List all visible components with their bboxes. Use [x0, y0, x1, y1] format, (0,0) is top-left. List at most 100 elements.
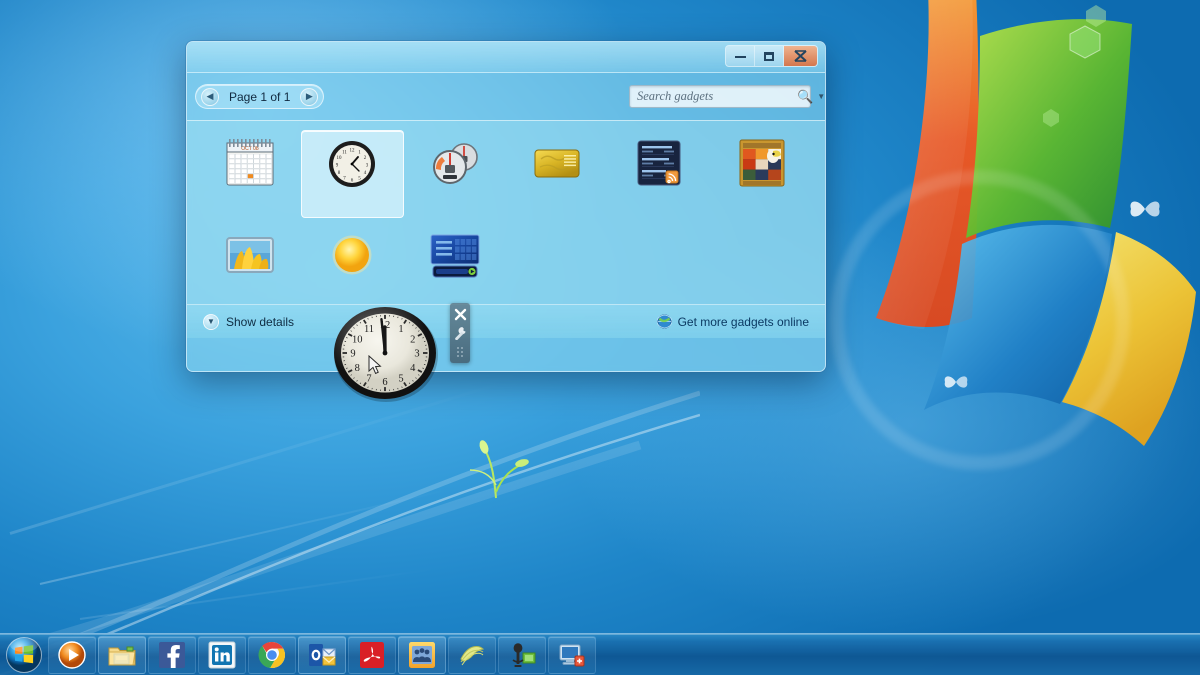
adobe-reader-icon	[357, 640, 387, 670]
taskbar-item-remote-desktop[interactable]	[548, 635, 596, 674]
wallpaper-light-ray	[9, 380, 508, 535]
maximize-icon	[764, 51, 774, 61]
linkedin-icon	[207, 640, 237, 670]
taskbar-item-google-chrome[interactable]	[248, 635, 296, 674]
gadget-item-weather[interactable]	[301, 222, 403, 310]
svg-text:11: 11	[343, 150, 348, 155]
outlook-icon	[307, 640, 337, 670]
taskbar-item-sticky-notes[interactable]	[448, 635, 496, 674]
svg-text:7: 7	[366, 373, 371, 384]
gadget-close-button[interactable]	[452, 306, 468, 322]
svg-text:2: 2	[410, 334, 415, 345]
wallpaper-light-ray	[39, 488, 450, 585]
picture-puzzle-gadget-icon	[739, 139, 785, 187]
currency-gadget-icon	[534, 149, 580, 178]
search-gadgets-box[interactable]: 🔍 ▼	[629, 85, 825, 108]
svg-text:10: 10	[352, 334, 363, 345]
remote-desktop-icon	[557, 640, 587, 670]
gadget-toolbar	[450, 303, 470, 363]
weather-gadget-icon	[323, 229, 381, 281]
globe-icon	[656, 314, 672, 329]
search-input[interactable]	[637, 89, 793, 104]
slide-show-gadget-icon	[226, 237, 275, 273]
close-icon	[454, 308, 466, 320]
show-details-label: Show details	[226, 314, 295, 329]
chrome-icon	[257, 640, 287, 670]
drag-handle-icon[interactable]	[456, 346, 465, 360]
gadget-item-feed-headlines[interactable]	[608, 130, 710, 218]
clock-gadget-icon: 121234567891011	[323, 138, 381, 190]
taskbar-item-windows-explorer[interactable]	[98, 635, 146, 674]
gadget-item-slide-show[interactable]	[199, 222, 301, 310]
calendar-gadget-icon: OCT 08	[226, 139, 274, 186]
cpu-meter-gadget-icon	[432, 143, 478, 184]
taskbar	[0, 633, 1200, 675]
wallpaper-glow-ring	[830, 170, 1130, 470]
microphone-icon	[507, 640, 537, 670]
previous-page-button[interactable]: ◀	[201, 87, 219, 106]
wallpaper-grass-sprig	[469, 440, 529, 499]
butterfly-icon	[944, 376, 968, 388]
chevron-down-icon[interactable]: ▼	[817, 92, 825, 101]
gadget-item-windows-media[interactable]	[404, 222, 506, 310]
taskbar-item-microsoft-outlook[interactable]	[298, 635, 346, 674]
taskbar-items	[46, 635, 596, 674]
close-icon	[794, 50, 807, 62]
maximize-button[interactable]	[755, 46, 784, 66]
show-details-button[interactable]: ▼ Show details	[203, 313, 295, 330]
media-player-icon	[57, 640, 87, 670]
svg-text:10: 10	[337, 156, 343, 161]
minimize-button[interactable]	[726, 46, 755, 66]
butterfly-icon	[1130, 201, 1160, 217]
pager-control: ◀ Page 1 of 1 ▶	[195, 84, 325, 109]
feed-headlines-gadget-icon	[630, 137, 688, 189]
hexagon-icon	[1086, 5, 1106, 27]
search-icon[interactable]: 🔍	[797, 89, 813, 105]
desktop-background[interactable]: ◀ Page 1 of 1 ▶ 🔍 ▼ OCT 08	[0, 0, 1200, 675]
taskbar-item-screen-recorder[interactable]	[498, 635, 546, 674]
notes-icon	[457, 640, 487, 670]
facebook-icon	[157, 640, 187, 670]
gadget-item-currency[interactable]	[506, 130, 608, 218]
taskbar-item-windows-media-player[interactable]	[48, 635, 96, 674]
windows-media-gadget-icon	[430, 234, 480, 278]
svg-text:5: 5	[398, 373, 403, 384]
clock-face[interactable]: 121234567891011	[326, 303, 446, 403]
taskbar-item-linkedin[interactable]	[198, 635, 246, 674]
wallpaper-light-curve	[0, 390, 700, 675]
svg-text:8: 8	[355, 363, 360, 374]
explorer-folder-icon	[107, 640, 137, 670]
slide-show-gadget-icon	[221, 229, 279, 281]
gallery-toolbar: ◀ Page 1 of 1 ▶ 🔍 ▼	[187, 73, 825, 120]
hexagon-icon	[1069, 25, 1101, 59]
wrench-icon	[455, 327, 466, 340]
gadget-item-clock[interactable]: 12 1 2 3 4 5 6 7 8 9 10 11	[301, 130, 404, 218]
svg-text:11: 11	[364, 324, 374, 335]
gadget-options-button[interactable]	[452, 325, 468, 341]
window-controls	[725, 45, 818, 67]
get-more-gadgets-label: Get more gadgets online	[677, 314, 809, 329]
svg-text:4: 4	[410, 363, 416, 374]
calendar-gadget-icon: OCT 08	[221, 137, 279, 189]
next-page-button[interactable]: ▶	[300, 87, 319, 106]
gadget-gallery-window[interactable]: ◀ Page 1 of 1 ▶ 🔍 ▼ OCT 08	[186, 41, 826, 372]
gadget-item-cpu-meter[interactable]	[404, 130, 506, 218]
svg-text:9: 9	[350, 349, 355, 360]
get-more-gadgets-link[interactable]: Get more gadgets online	[656, 314, 809, 329]
cpu-meter-gadget-icon	[426, 137, 484, 189]
window-titlebar[interactable]	[187, 42, 825, 73]
svg-text:12: 12	[350, 148, 356, 153]
currency-gadget-icon	[528, 137, 586, 189]
start-button[interactable]	[2, 635, 46, 675]
taskbar-item-adobe-reader[interactable]	[348, 635, 396, 674]
clock-gadget-icon: 121234567891011	[329, 141, 376, 187]
gadget-item-picture-puzzle[interactable]	[711, 130, 813, 218]
taskbar-item-contacts[interactable]	[398, 635, 446, 674]
gadget-item-calendar[interactable]: OCT 08	[199, 130, 301, 218]
windows-start-orb-icon	[6, 636, 42, 673]
svg-text:3: 3	[414, 349, 419, 360]
close-button[interactable]	[784, 46, 817, 66]
taskbar-item-facebook[interactable]	[148, 635, 196, 674]
desktop-clock-gadget[interactable]: 121234567891011	[326, 303, 470, 403]
gallery-footer: ▼ Show details Get more gadgets online	[187, 304, 825, 338]
